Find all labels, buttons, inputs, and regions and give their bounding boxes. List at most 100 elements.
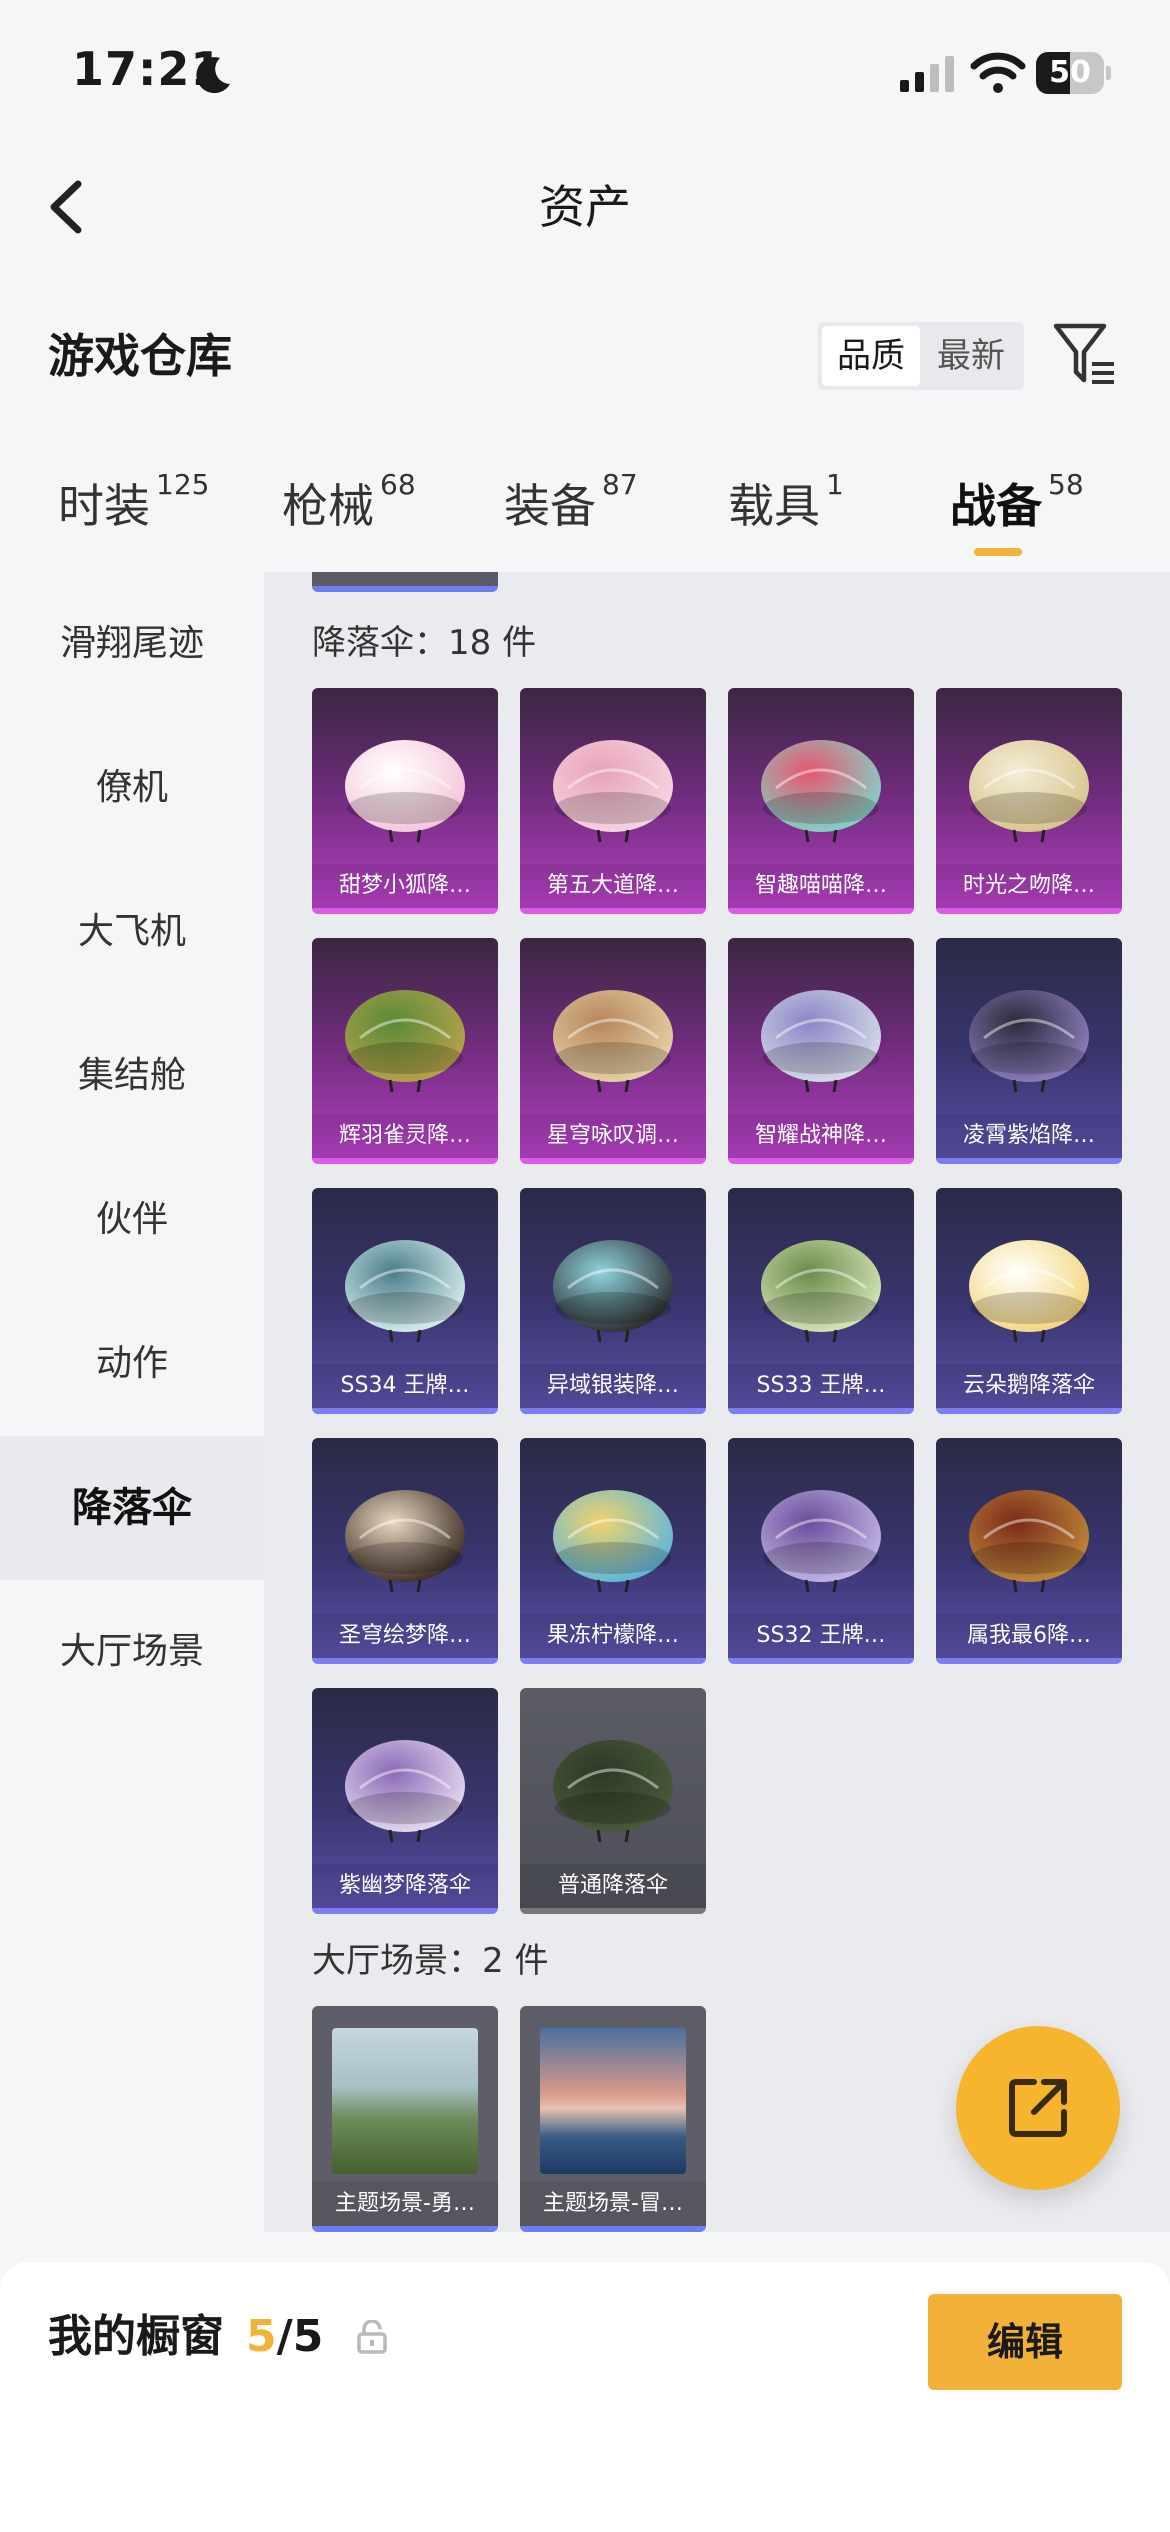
- sort-toggle: 品质 最新: [818, 322, 1024, 390]
- parachute-image: [345, 1240, 465, 1343]
- sidebar-item-emote[interactable]: 动作: [0, 1292, 264, 1436]
- sidebar-item-pod[interactable]: 集结舱: [0, 1004, 264, 1148]
- item-name: 属我最6降…: [936, 1614, 1122, 1658]
- parachute-image: [345, 990, 465, 1093]
- parachute-item-card[interactable]: 果冻柠檬降…: [520, 1438, 706, 1664]
- edit-button[interactable]: 编辑: [928, 2294, 1122, 2390]
- page-title: 资产: [539, 180, 631, 234]
- tab-label: 载具: [728, 479, 820, 533]
- item-name: 异域银装降…: [520, 1364, 706, 1408]
- partial-item-card[interactable]: [312, 572, 498, 592]
- showcase-count: 5/5: [246, 2302, 323, 2372]
- sidebar-item-parachute[interactable]: 降落伞: [0, 1436, 264, 1580]
- tab-label: 枪械: [282, 479, 374, 533]
- tab-weapons[interactable]: 枪械 68: [282, 462, 416, 562]
- tab-battle-gear[interactable]: 战备 58: [950, 462, 1084, 562]
- item-grid: 降落伞：18 件 甜梦小狐降… 第五大道降… 智趣喵喵降… 时光之吻降… 辉羽雀…: [264, 572, 1170, 2232]
- parachute-item-card[interactable]: 第五大道降…: [520, 688, 706, 914]
- group-label-lobby-scenes: 大厅场景：2 件: [312, 1941, 549, 1981]
- sidebar-item-glide-trail[interactable]: 滑翔尾迹: [0, 572, 264, 716]
- item-name: 时光之吻降…: [936, 864, 1122, 908]
- item-name: 紫幽梦降落伞: [312, 1864, 498, 1908]
- item-name: 圣穹绘梦降…: [312, 1614, 498, 1658]
- tab-vehicles[interactable]: 载具 1: [728, 462, 844, 562]
- scene-item-card[interactable]: 主题场景-勇…: [312, 2006, 498, 2232]
- sort-newest-option[interactable]: 最新: [922, 326, 1020, 386]
- parachute-image: [553, 1740, 673, 1843]
- battery-text: 50: [1049, 55, 1091, 90]
- item-name: SS33 王牌…: [728, 1364, 914, 1408]
- showcase-panel: 我的橱窗 5/5 编辑: [0, 2262, 1170, 2532]
- showcase-current: 5: [246, 2311, 277, 2362]
- item-name: 第五大道降…: [520, 864, 706, 908]
- parachute-item-card[interactable]: 圣穹绘梦降…: [312, 1438, 498, 1664]
- item-name: 智耀战神降…: [728, 1114, 914, 1158]
- item-name: 甜梦小狐降…: [312, 864, 498, 908]
- item-name: SS32 王牌…: [728, 1614, 914, 1658]
- parachute-image: [553, 740, 673, 843]
- parachute-item-card[interactable]: 时光之吻降…: [936, 688, 1122, 914]
- parachute-item-card[interactable]: 甜梦小狐降…: [312, 688, 498, 914]
- wifi-icon: [970, 52, 1026, 93]
- category-sidebar: 滑翔尾迹 僚机 大飞机 集结舱 伙伴 动作 降落伞 大厅场景: [0, 572, 264, 2232]
- signal-icon: [900, 56, 954, 92]
- tab-label: 装备: [504, 479, 596, 533]
- parachute-item-card[interactable]: 异域银装降…: [520, 1188, 706, 1414]
- parachute-item-card[interactable]: 属我最6降…: [936, 1438, 1122, 1664]
- filter-icon[interactable]: [1052, 322, 1118, 388]
- section-title: 游戏仓库: [48, 329, 232, 383]
- parachute-image: [345, 740, 465, 843]
- item-name: 星穹咏叹调…: [520, 1114, 706, 1158]
- parachute-image: [553, 1240, 673, 1343]
- parachute-item-card[interactable]: 星穹咏叹调…: [520, 938, 706, 1164]
- item-name: 果冻柠檬降…: [520, 1614, 706, 1658]
- item-name: 普通降落伞: [520, 1864, 706, 1908]
- parachute-item-card[interactable]: 智耀战神降…: [728, 938, 914, 1164]
- parachute-image: [761, 740, 881, 843]
- parachute-image: [553, 990, 673, 1093]
- sidebar-item-wingman[interactable]: 僚机: [0, 716, 264, 860]
- tab-count: 58: [1048, 468, 1084, 501]
- parachute-item-card[interactable]: SS32 王牌…: [728, 1438, 914, 1664]
- scene-thumbnail: [540, 2028, 686, 2174]
- tab-count: 1: [826, 468, 844, 501]
- parachute-item-card[interactable]: SS34 王牌…: [312, 1188, 498, 1414]
- item-name: 云朵鹅降落伞: [936, 1364, 1122, 1408]
- parachute-image: [761, 990, 881, 1093]
- tab-fashion[interactable]: 时装 125: [58, 462, 209, 562]
- parachute-item-card[interactable]: 普通降落伞: [520, 1688, 706, 1914]
- parachute-image: [969, 1490, 1089, 1593]
- tab-count: 87: [602, 468, 638, 501]
- tab-equipment[interactable]: 装备 87: [504, 462, 638, 562]
- moon-icon: [196, 57, 230, 94]
- item-name: 主题场景-勇…: [312, 2182, 498, 2226]
- parachute-item-card[interactable]: 凌霄紫焰降…: [936, 938, 1122, 1164]
- sort-quality-option[interactable]: 品质: [822, 326, 920, 386]
- parachute-image: [969, 990, 1089, 1093]
- tab-label: 战备: [950, 479, 1042, 533]
- sidebar-item-lobby-scene[interactable]: 大厅场景: [0, 1580, 264, 1724]
- active-tab-indicator: [974, 548, 1022, 556]
- item-name: 辉羽雀灵降…: [312, 1114, 498, 1158]
- battery-indicator: 50: [1036, 52, 1112, 94]
- group-label-parachutes: 降落伞：18 件: [312, 623, 537, 663]
- scene-thumbnail: [332, 2028, 478, 2174]
- parachute-item-card[interactable]: 智趣喵喵降…: [728, 688, 914, 914]
- parachute-item-card[interactable]: 云朵鹅降落伞: [936, 1188, 1122, 1414]
- parachute-image: [761, 1240, 881, 1343]
- parachute-item-card[interactable]: 辉羽雀灵降…: [312, 938, 498, 1164]
- parachute-image: [969, 740, 1089, 843]
- parachute-image: [969, 1240, 1089, 1343]
- item-name: 主题场景-冒…: [520, 2182, 706, 2226]
- parachute-item-card[interactable]: 紫幽梦降落伞: [312, 1688, 498, 1914]
- item-name: 凌霄紫焰降…: [936, 1114, 1122, 1158]
- share-button[interactable]: [956, 2026, 1120, 2190]
- scene-item-card[interactable]: 主题场景-冒…: [520, 2006, 706, 2232]
- tab-label: 时装: [58, 479, 150, 533]
- parachute-item-card[interactable]: SS33 王牌…: [728, 1188, 914, 1414]
- sidebar-item-plane[interactable]: 大飞机: [0, 860, 264, 1004]
- showcase-total: /5: [276, 2311, 324, 2362]
- parachute-image: [553, 1490, 673, 1593]
- sidebar-item-companion[interactable]: 伙伴: [0, 1148, 264, 1292]
- status-bar: 17:21 50: [0, 0, 1170, 150]
